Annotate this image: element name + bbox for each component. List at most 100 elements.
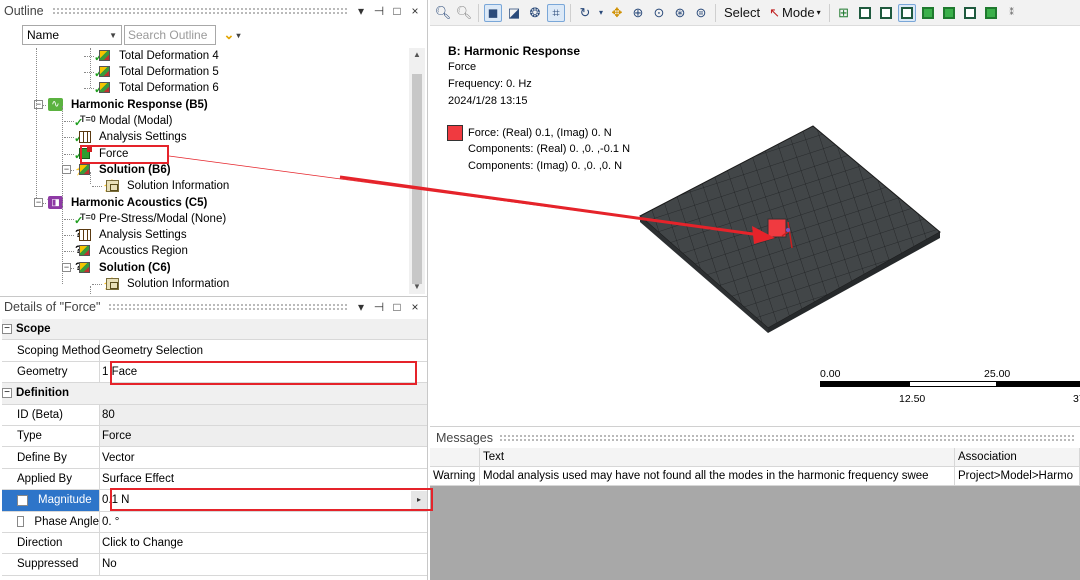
zoom-out-icon[interactable]: 🔍︎	[455, 4, 473, 22]
select-node-icon[interactable]	[919, 4, 937, 22]
pan-icon[interactable]: ✥	[608, 4, 626, 22]
messages-titlebar[interactable]: Messages	[430, 426, 1080, 448]
tree-expander-icon[interactable]: −	[62, 263, 71, 272]
tree-node[interactable]: ?◨Harmonic Acoustics (C5)	[46, 195, 209, 211]
view-options-icon[interactable]: ❂	[526, 4, 544, 22]
details-row[interactable]: Geometry 1 Face	[2, 361, 427, 384]
details-row[interactable]: Scoping Method Geometry Selection	[2, 340, 427, 362]
filter-chevron-icon[interactable]: ⌄ ▾	[218, 25, 246, 45]
grip-handle[interactable]	[51, 7, 347, 15]
graphics-viewport[interactable]: B: Harmonic Response Force Frequency: 0.…	[430, 26, 1080, 426]
name-filter-select[interactable]: Name ▼	[22, 25, 122, 45]
tree-node[interactable]: ⚡Solution Information	[102, 178, 231, 194]
select-element-face-icon[interactable]	[940, 4, 958, 22]
wireframe-view-icon[interactable]: ◪	[505, 4, 523, 22]
outline-titlebar[interactable]: Outline ▾ ⊣ □ ×	[0, 0, 427, 22]
tree-node[interactable]: ✓ T=0 Pre-Stress/Modal (None)	[74, 211, 228, 227]
property-value[interactable]: Force	[100, 425, 427, 447]
search-outline-input[interactable]: Search Outline	[124, 25, 216, 45]
rotate-dropdown-icon[interactable]: ▾	[597, 4, 605, 22]
close-icon[interactable]: ×	[409, 4, 421, 18]
details-row[interactable]: Phase Angle 0. °	[2, 511, 427, 533]
property-value[interactable]: Surface Effect	[100, 469, 427, 489]
filter-select-value: Name	[27, 28, 60, 42]
tree-node[interactable]: ✓Total Deformation 5	[94, 64, 221, 80]
property-value[interactable]: Click to Change	[100, 533, 427, 553]
tree-node[interactable]: ✓Analysis Settings	[74, 129, 189, 145]
property-value[interactable]: 80	[100, 404, 427, 425]
parameter-checkbox[interactable]	[17, 494, 28, 506]
maximize-icon[interactable]: □	[391, 300, 403, 314]
tree-node-label: Harmonic Response (B5)	[71, 99, 208, 111]
zoom-icon[interactable]: ⊕	[629, 4, 647, 22]
select-vertex-icon[interactable]: ⊞	[835, 4, 853, 22]
property-value[interactable]: No	[100, 554, 427, 574]
column-header-association[interactable]: Association	[955, 448, 1080, 466]
select-button[interactable]: Select	[721, 5, 763, 20]
tree-node[interactable]: ⚡Solution (B6)	[74, 162, 173, 178]
select-edge-icon[interactable]	[856, 4, 874, 22]
tree-node[interactable]: ⚡Solution Information	[102, 276, 231, 292]
section-label: Scope	[16, 323, 51, 336]
grip-handle[interactable]	[498, 433, 1074, 442]
property-value[interactable]: Vector	[100, 447, 427, 467]
expand-arrow-icon[interactable]: ▸	[411, 491, 427, 510]
shaded-view-icon[interactable]: ◼	[484, 3, 502, 22]
panel-menu-icon[interactable]: ▾	[355, 4, 367, 18]
property-value[interactable]: 0. °	[100, 512, 427, 532]
tree-node[interactable]: ✓Total Deformation 4	[94, 48, 221, 64]
tree-node[interactable]: ✓Total Deformation 6	[94, 80, 221, 96]
details-row[interactable]: Magnitude 0.1 N ▸	[2, 490, 427, 512]
column-header-text[interactable]: Text	[480, 448, 955, 466]
select-element-icon[interactable]	[961, 4, 979, 22]
property-value[interactable]: 0.1 N ▸	[100, 490, 427, 510]
outline-scrollbar[interactable]: ▲ ▼	[409, 48, 425, 294]
collapse-icon[interactable]: −	[2, 388, 12, 399]
tree-node[interactable]: ⚡∿Harmonic Response (B5)	[46, 97, 210, 113]
tree-expander-icon[interactable]: −	[62, 165, 71, 174]
select-mesh-icon[interactable]	[982, 4, 1000, 22]
zoom-to-fit-icon[interactable]: ⊛	[671, 4, 689, 22]
panel-menu-icon[interactable]: ▾	[355, 300, 367, 314]
details-row[interactable]: Direction Click to Change	[2, 532, 427, 555]
result-cube-icon: ⚡	[74, 163, 96, 177]
tree-node[interactable]: ?Acoustics Region	[74, 243, 190, 259]
coordinate-icon[interactable]: ⁑	[1003, 4, 1021, 22]
mode-dropdown[interactable]: ↖ Mode ▾	[766, 5, 823, 21]
column-header-type[interactable]	[430, 448, 480, 466]
scroll-down-icon[interactable]: ▼	[409, 280, 425, 294]
details-section-scope[interactable]: − Scope	[2, 319, 427, 341]
rotate-icon[interactable]: ↻	[576, 4, 594, 22]
close-icon[interactable]: ×	[409, 300, 421, 314]
magnifier-icon[interactable]: ⊜	[692, 4, 710, 22]
scroll-up-icon[interactable]: ▲	[409, 48, 425, 62]
message-text: Modal analysis used may have not found a…	[480, 467, 955, 485]
details-row[interactable]: Suppressed No	[2, 554, 427, 576]
parameter-checkbox[interactable]	[17, 516, 25, 528]
tree-node[interactable]: ✓Force	[74, 146, 130, 162]
maximize-icon[interactable]: □	[391, 4, 403, 18]
box-zoom-icon[interactable]: ⌗	[547, 3, 565, 22]
pin-icon[interactable]: ⊣	[373, 300, 385, 314]
details-row[interactable]: ID (Beta) 80	[2, 404, 427, 426]
tree-node[interactable]: ?Analysis Settings	[74, 227, 189, 243]
collapse-icon[interactable]: −	[2, 324, 12, 335]
scroll-thumb[interactable]	[412, 74, 422, 284]
zoom-box-icon[interactable]: ⊙	[650, 4, 668, 22]
tree-expander-icon[interactable]: −	[34, 198, 43, 207]
details-row[interactable]: Define By Vector	[2, 447, 427, 469]
pin-icon[interactable]: ⊣	[373, 4, 385, 18]
tree-node[interactable]: ?Solution (C6)	[74, 260, 173, 276]
details-section-definition[interactable]: − Definition	[2, 383, 427, 405]
grip-handle[interactable]	[108, 303, 347, 311]
details-row[interactable]: Type Force	[2, 425, 427, 448]
details-titlebar[interactable]: Details of "Force" ▾ ⊣ □ ×	[0, 297, 427, 317]
select-body-icon[interactable]	[897, 3, 916, 22]
property-value[interactable]: 1 Face	[100, 362, 427, 382]
details-row[interactable]: Applied By Surface Effect	[2, 468, 427, 491]
property-value[interactable]: Geometry Selection	[100, 340, 427, 360]
zoom-fit-icon[interactable]: 🔍︎	[434, 4, 452, 22]
tree-node[interactable]: ✓ T=0 Modal (Modal)	[74, 113, 175, 129]
message-row[interactable]: Warning Modal analysis used may have not…	[430, 467, 1080, 486]
select-face-icon[interactable]	[877, 4, 895, 22]
